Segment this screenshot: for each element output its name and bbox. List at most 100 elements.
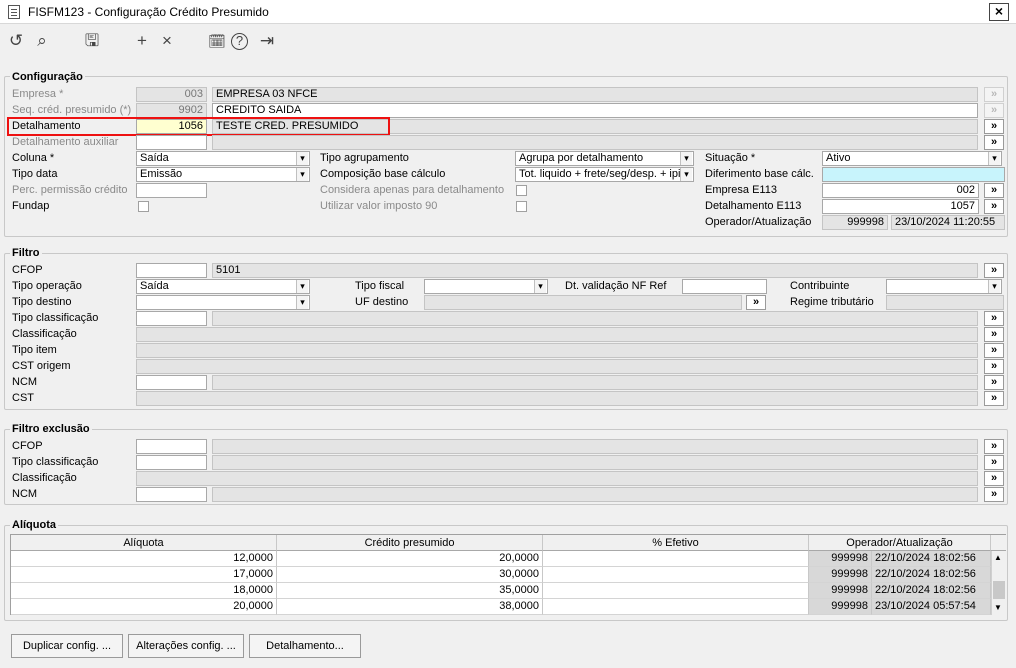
configuracao-title: Configuração bbox=[10, 71, 85, 83]
cst-origem-lookup-button[interactable]: » bbox=[984, 359, 1004, 374]
uf-destino-lookup-button[interactable]: » bbox=[746, 295, 766, 310]
col-operador-header[interactable]: Operador/Atualização bbox=[809, 535, 991, 551]
contribuinte-label: Contribuinte bbox=[790, 280, 850, 292]
cell-aliquota[interactable]: 20,0000 bbox=[11, 599, 277, 615]
perc-label: Perc. permissão crédito bbox=[12, 184, 128, 196]
save-icon[interactable]: 🖫 bbox=[81, 30, 103, 52]
exclusao-tipo-classificacao-lookup-button[interactable]: » bbox=[984, 455, 1004, 470]
filtro-cfop-code-field[interactable] bbox=[136, 263, 207, 278]
seq-name-field[interactable]: CREDITO SAIDA bbox=[212, 103, 978, 118]
close-button[interactable]: × bbox=[989, 3, 1009, 21]
tipo-destino-label: Tipo destino bbox=[12, 296, 72, 308]
tipo-agrupamento-select[interactable]: Agrupa por detalhamento bbox=[515, 151, 694, 166]
exclusao-ncm-code-field[interactable] bbox=[136, 487, 207, 502]
empresa-label: Empresa * bbox=[12, 88, 64, 100]
detalhamento-e113-field[interactable]: 1057 bbox=[822, 199, 979, 214]
scroll-thumb[interactable] bbox=[993, 581, 1005, 599]
exclusao-cfop-lookup-button[interactable]: » bbox=[984, 439, 1004, 454]
cell-credito[interactable]: 30,0000 bbox=[277, 567, 543, 583]
tipo-classificacao-desc-field bbox=[212, 311, 978, 326]
tipo-item-lookup-button[interactable]: » bbox=[984, 343, 1004, 358]
contribuinte-select[interactable] bbox=[886, 279, 1002, 294]
considera-checkbox[interactable] bbox=[516, 185, 527, 196]
calendar-icon[interactable]: 🗓 bbox=[206, 30, 228, 52]
coluna-select[interactable]: Saída bbox=[136, 151, 310, 166]
cell-efetivo[interactable] bbox=[543, 583, 809, 599]
cell-efetivo[interactable] bbox=[543, 567, 809, 583]
uf-destino-field bbox=[424, 295, 742, 310]
col-efetivo-header[interactable]: % Efetivo bbox=[543, 535, 809, 551]
operador-date-field: 23/10/2024 11:20:55 bbox=[891, 215, 1005, 230]
tipo-classificacao-lookup-button[interactable]: » bbox=[984, 311, 1004, 326]
detalhamento-aux-code-field[interactable] bbox=[136, 135, 207, 150]
detalhamento-aux-lookup-button[interactable]: » bbox=[984, 135, 1004, 150]
fundap-checkbox[interactable] bbox=[138, 201, 149, 212]
exclusao-cfop-label: CFOP bbox=[12, 440, 43, 452]
uf-destino-label: UF destino bbox=[355, 296, 409, 308]
add-icon[interactable]: + bbox=[131, 30, 153, 52]
tipo-data-select[interactable]: Emissão bbox=[136, 167, 310, 182]
refresh-icon[interactable]: ↺ bbox=[5, 30, 27, 52]
tipo-operacao-select[interactable]: Saída bbox=[136, 279, 310, 294]
cell-credito[interactable]: 20,0000 bbox=[277, 551, 543, 567]
cell-data: 22/10/2024 18:02:56 bbox=[872, 551, 991, 567]
cell-credito[interactable]: 35,0000 bbox=[277, 583, 543, 599]
tipo-classificacao-code-field[interactable] bbox=[136, 311, 207, 326]
perc-field[interactable] bbox=[136, 183, 207, 198]
exclusao-tipo-classificacao-label: Tipo classificação bbox=[12, 456, 99, 468]
delete-icon[interactable]: × bbox=[156, 30, 178, 52]
cell-aliquota[interactable]: 12,0000 bbox=[11, 551, 277, 567]
exit-icon[interactable]: ⇥ bbox=[256, 30, 278, 52]
filtro-cfop-label: CFOP bbox=[12, 264, 43, 276]
exclusao-classificacao-lookup-button[interactable]: » bbox=[984, 471, 1004, 486]
scroll-down-icon[interactable]: ▼ bbox=[994, 603, 1002, 612]
cell-efetivo[interactable] bbox=[543, 599, 809, 615]
cell-credito[interactable]: 38,0000 bbox=[277, 599, 543, 615]
filtro-cfop-desc-field: 5101 bbox=[212, 263, 978, 278]
situacao-select[interactable]: Ativo bbox=[822, 151, 1002, 166]
dt-validacao-field[interactable] bbox=[682, 279, 767, 294]
cst-lookup-button[interactable]: » bbox=[984, 391, 1004, 406]
ncm-code-field[interactable] bbox=[136, 375, 207, 390]
col-credito-header[interactable]: Crédito presumido bbox=[277, 535, 543, 551]
seq-lookup-button[interactable]: » bbox=[984, 103, 1004, 118]
cell-operador: 999998 bbox=[809, 567, 872, 583]
tipo-destino-select[interactable] bbox=[136, 295, 310, 310]
cell-efetivo[interactable] bbox=[543, 551, 809, 567]
duplicar-config-button[interactable]: Duplicar config. ... bbox=[11, 634, 123, 658]
col-aliquota-header[interactable]: Alíquota bbox=[11, 535, 277, 551]
aliquota-title: Alíquota bbox=[10, 519, 58, 531]
empresa-code-field: 003 bbox=[136, 87, 207, 102]
cell-data: 23/10/2024 05:57:54 bbox=[872, 599, 991, 615]
cell-aliquota[interactable]: 18,0000 bbox=[11, 583, 277, 599]
detalhamento-e113-label: Detalhamento E113 bbox=[705, 200, 802, 212]
classificacao-lookup-button[interactable]: » bbox=[984, 327, 1004, 342]
diferimento-field[interactable] bbox=[822, 167, 1005, 182]
ncm-desc-field bbox=[212, 375, 978, 390]
empresa-lookup-button[interactable]: » bbox=[984, 87, 1004, 102]
empresa-e113-lookup-button[interactable]: » bbox=[984, 183, 1004, 198]
empresa-e113-field[interactable]: 002 bbox=[822, 183, 979, 198]
detalhamento-e113-lookup-button[interactable]: » bbox=[984, 199, 1004, 214]
help-icon[interactable]: ? bbox=[231, 33, 248, 50]
tipo-data-label: Tipo data bbox=[12, 168, 58, 180]
alteracoes-config-button[interactable]: Alterações config. ... bbox=[128, 634, 244, 658]
exclusao-ncm-lookup-button[interactable]: » bbox=[984, 487, 1004, 502]
tipo-item-label: Tipo item bbox=[12, 344, 57, 356]
exclusao-ncm-desc-field bbox=[212, 487, 978, 502]
classificacao-label: Classificação bbox=[12, 328, 77, 340]
composicao-select[interactable]: Tot. liquido + frete/seg/desp. + ipi bbox=[515, 167, 694, 182]
scroll-up-icon[interactable]: ▲ bbox=[994, 553, 1002, 562]
ncm-lookup-button[interactable]: » bbox=[984, 375, 1004, 390]
tipo-fiscal-select[interactable] bbox=[424, 279, 548, 294]
exclusao-tipo-classificacao-code-field[interactable] bbox=[136, 455, 207, 470]
detalhamento-button[interactable]: Detalhamento... bbox=[249, 634, 361, 658]
filtro-cfop-lookup-button[interactable]: » bbox=[984, 263, 1004, 278]
diferimento-label: Diferimento base cálc. bbox=[705, 168, 814, 180]
exclusao-cfop-code-field[interactable] bbox=[136, 439, 207, 454]
detalhamento-lookup-button[interactable]: » bbox=[984, 119, 1004, 134]
search-icon[interactable]: ⌕ bbox=[31, 30, 53, 52]
utilizar-checkbox[interactable] bbox=[516, 201, 527, 212]
cell-aliquota[interactable]: 17,0000 bbox=[11, 567, 277, 583]
grid-scrollbar[interactable]: ▲ ▼ bbox=[991, 551, 1006, 615]
